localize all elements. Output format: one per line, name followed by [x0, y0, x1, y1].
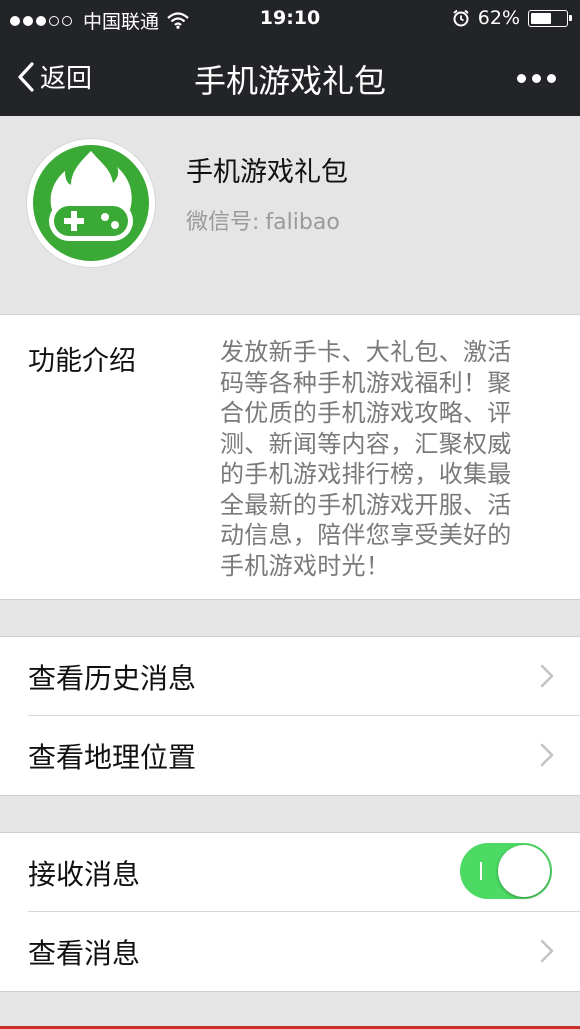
intro-description: 发放新手卡、大礼包、激活 码等各种手机游戏福利！聚 合优质的手机游戏攻略、评 测… — [220, 337, 540, 581]
account-name: 手机游戏礼包 — [186, 157, 348, 188]
toggle-on-mark — [480, 862, 482, 880]
alarm-icon — [452, 9, 470, 27]
status-right: 62% — [452, 7, 572, 29]
messages-group: 接收消息 查看消息 — [0, 832, 580, 992]
wechat-id-value[interactable]: falibao — [265, 210, 339, 235]
view-history-row[interactable]: 查看历史消息 — [0, 637, 580, 715]
wechat-id-label: 微信号: — [186, 210, 260, 235]
toggle-knob — [498, 845, 550, 897]
intro-label: 功能介绍 — [28, 346, 136, 377]
receive-messages-toggle[interactable] — [460, 843, 552, 899]
view-location-label: 查看地理位置 — [28, 741, 197, 774]
avatar — [26, 138, 156, 268]
status-bar: 中国联通 19:10 62% — [0, 0, 580, 38]
page-title: 手机游戏礼包 — [193, 62, 386, 100]
chevron-right-icon — [540, 664, 554, 688]
game-controller-flame-logo-icon — [33, 145, 149, 261]
history-group: 查看历史消息 查看地理位置 — [0, 636, 580, 796]
more-options-icon[interactable] — [511, 74, 556, 83]
battery-icon — [528, 9, 572, 27]
view-messages-row[interactable]: 查看消息 — [0, 912, 580, 990]
intro-line: 全最新的手机游戏开服、活 — [220, 490, 512, 519]
account-header: 手机游戏礼包 微信号: falibao — [0, 116, 580, 314]
intro-line: 的手机游戏排行榜，收集最 — [220, 460, 512, 488]
chevron-right-icon — [540, 939, 554, 963]
receive-messages-row: 接收消息 — [0, 833, 580, 911]
intro-line: 码等各种手机游戏福利！聚 — [220, 368, 512, 397]
intro-line: 测、新闻等内容，汇聚权威 — [220, 429, 512, 458]
intro-line: 手机游戏时光！ — [220, 551, 391, 580]
intro-section: 功能介绍 发放新手卡、大礼包、激活 码等各种手机游戏福利！聚 合优质的手机游戏攻… — [0, 314, 580, 600]
receive-messages-label: 接收消息 — [28, 858, 141, 891]
battery-percent: 62% — [477, 7, 520, 29]
view-history-label: 查看历史消息 — [28, 662, 197, 695]
wechat-id-row: 微信号: falibao — [186, 204, 340, 236]
intro-line: 动信息，陪伴您享受美好的 — [220, 521, 512, 549]
view-messages-label: 查看消息 — [28, 937, 141, 970]
intro-line: 合优质的手机游戏攻略、评 — [220, 399, 512, 427]
chevron-right-icon — [540, 743, 554, 767]
view-location-row[interactable]: 查看地理位置 — [0, 716, 580, 794]
nav-bar: 返回 手机游戏礼包 — [0, 38, 580, 116]
intro-line: 发放新手卡、大礼包、激活 — [220, 338, 512, 366]
